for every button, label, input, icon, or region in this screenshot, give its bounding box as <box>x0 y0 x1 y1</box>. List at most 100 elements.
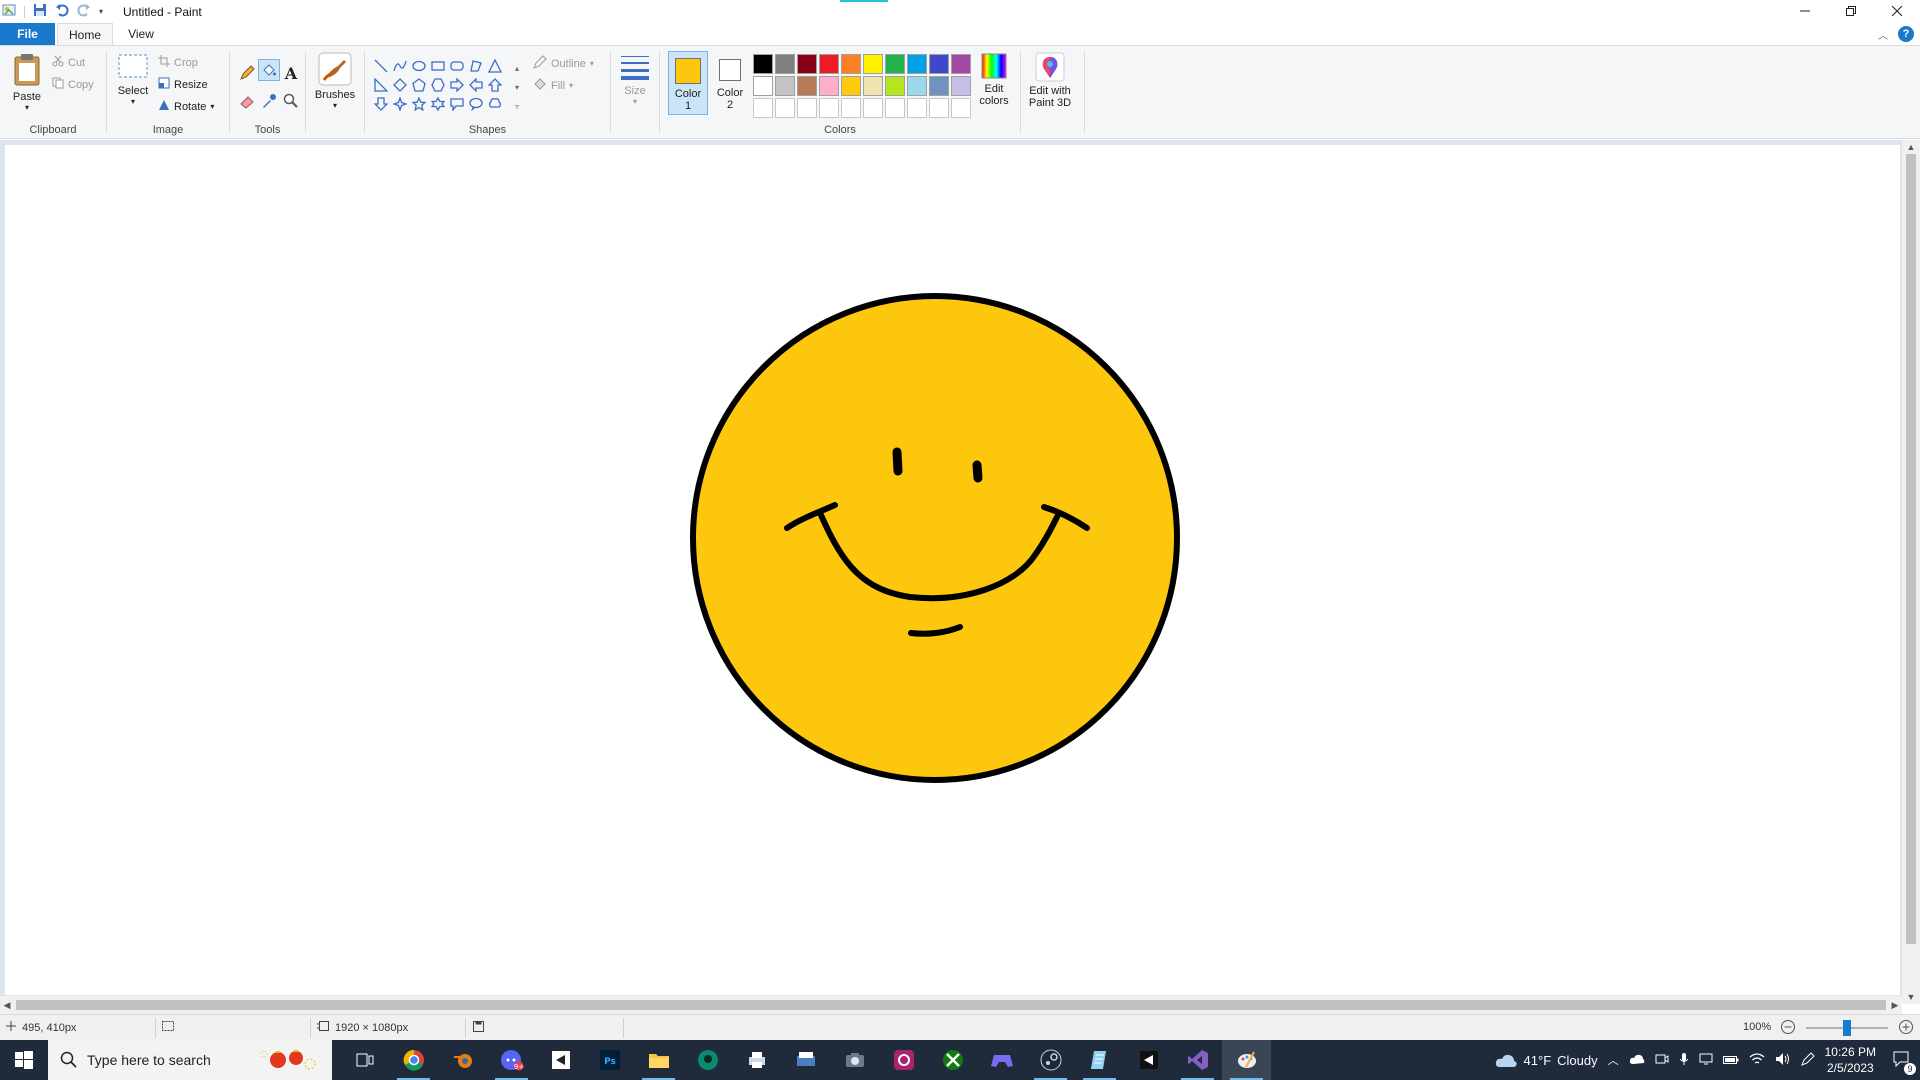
crop-button[interactable]: Crop <box>158 55 198 70</box>
palette-swatch[interactable] <box>775 54 795 74</box>
shapes-expand-icon[interactable]: ▿ <box>515 97 519 116</box>
taskbar-app-xbox[interactable] <box>928 1040 977 1080</box>
drawing-canvas[interactable] <box>5 145 1900 995</box>
paste-button[interactable]: Paste ▾ <box>8 52 46 112</box>
start-button[interactable] <box>0 1040 48 1080</box>
pencil-icon[interactable] <box>236 59 258 87</box>
fill-button[interactable]: Fill ▾ <box>533 77 573 94</box>
palette-swatch-empty[interactable] <box>797 98 817 118</box>
palette-swatch[interactable] <box>819 76 839 96</box>
palette-swatch[interactable] <box>819 54 839 74</box>
help-icon[interactable]: ? <box>1898 26 1914 42</box>
taskbar-app-gitkraken[interactable] <box>683 1040 732 1080</box>
taskbar-app-file-explorer[interactable] <box>634 1040 683 1080</box>
palette-swatch[interactable] <box>907 54 927 74</box>
left-arrow-shape-icon[interactable] <box>466 75 485 94</box>
palette-swatch-empty[interactable] <box>841 98 861 118</box>
taskbar-app-steam[interactable] <box>1026 1040 1075 1080</box>
palette-swatch[interactable] <box>797 54 817 74</box>
shapes-scroll-up-icon[interactable]: ▴ <box>515 59 519 78</box>
taskbar-app-discord[interactable]: 9+ <box>487 1040 536 1080</box>
taskbar-app-photoshop[interactable]: Ps <box>585 1040 634 1080</box>
text-tool-icon[interactable]: A <box>280 59 302 87</box>
palette-swatch-empty[interactable] <box>907 98 927 118</box>
select-button[interactable]: Select ▾ <box>113 52 153 106</box>
pentagon-shape-icon[interactable] <box>409 75 428 94</box>
oval-callout-shape-icon[interactable] <box>466 94 485 113</box>
palette-swatch[interactable] <box>841 54 861 74</box>
palette-swatch[interactable] <box>863 76 883 96</box>
rounded-rectangle-shape-icon[interactable] <box>447 56 466 75</box>
palette-swatch-empty[interactable] <box>819 98 839 118</box>
palette-swatch-empty[interactable] <box>929 98 949 118</box>
scroll-left-icon[interactable]: ◀ <box>0 996 14 1014</box>
show-hidden-icons-icon[interactable]: ︿ <box>1608 1052 1619 1068</box>
taskbar-app-game-controller[interactable] <box>977 1040 1026 1080</box>
volume-icon[interactable] <box>1775 1052 1791 1069</box>
right-triangle-shape-icon[interactable] <box>371 75 390 94</box>
color-picker-icon[interactable] <box>258 87 280 115</box>
oval-shape-icon[interactable] <box>409 56 428 75</box>
resize-button[interactable]: Resize <box>158 77 208 92</box>
size-button[interactable]: Size ▾ <box>615 52 655 106</box>
display-icon[interactable] <box>1699 1052 1713 1069</box>
vertical-scrollbar[interactable]: ▲ ▼ <box>1902 140 1920 1004</box>
undo-icon[interactable] <box>55 3 69 20</box>
lunar-new-year-lanterns-icon[interactable] <box>258 1046 318 1077</box>
color1-button[interactable]: Color 1 <box>668 51 708 115</box>
up-arrow-shape-icon[interactable] <box>485 75 504 94</box>
palette-swatch[interactable] <box>929 76 949 96</box>
curve-shape-icon[interactable] <box>390 56 409 75</box>
triangle-shape-icon[interactable] <box>485 56 504 75</box>
meet-now-icon[interactable] <box>1655 1052 1669 1069</box>
palette-swatch-empty[interactable] <box>775 98 795 118</box>
restore-button[interactable] <box>1828 0 1874 22</box>
palette-swatch-empty[interactable] <box>885 98 905 118</box>
palette-swatch-empty[interactable] <box>951 98 971 118</box>
paste-dropdown-icon[interactable]: ▾ <box>8 103 46 112</box>
palette-swatch[interactable] <box>951 54 971 74</box>
fill-bucket-icon[interactable] <box>258 59 280 81</box>
customize-qat-icon[interactable]: ▾ <box>99 7 103 16</box>
onedrive-icon[interactable] <box>1629 1053 1645 1068</box>
palette-swatch-empty[interactable] <box>753 98 773 118</box>
scroll-up-icon[interactable]: ▲ <box>1902 140 1920 154</box>
zoom-out-button[interactable] <box>1780 1019 1796 1035</box>
palette-swatch[interactable] <box>929 54 949 74</box>
palette-swatch[interactable] <box>753 54 773 74</box>
taskbar-app-notepad[interactable] <box>1075 1040 1124 1080</box>
rotate-button[interactable]: Rotate ▾ <box>158 99 214 114</box>
zoom-slider-thumb[interactable] <box>1843 1020 1851 1036</box>
taskbar-app-scanner[interactable] <box>781 1040 830 1080</box>
right-arrow-shape-icon[interactable] <box>447 75 466 94</box>
action-center-button[interactable]: 9 <box>1892 1050 1916 1075</box>
hexagon-shape-icon[interactable] <box>428 75 447 94</box>
select-dropdown-icon[interactable]: ▾ <box>113 97 153 106</box>
task-view-button[interactable] <box>340 1040 389 1080</box>
taskbar-app-unity-hub[interactable] <box>1124 1040 1173 1080</box>
taskbar-app-paint[interactable] <box>1222 1040 1271 1080</box>
four-point-star-shape-icon[interactable] <box>390 94 409 113</box>
cloud-callout-shape-icon[interactable] <box>485 94 504 113</box>
palette-swatch[interactable] <box>797 76 817 96</box>
six-point-star-shape-icon[interactable] <box>428 94 447 113</box>
palette-swatch[interactable] <box>907 76 927 96</box>
palette-swatch[interactable] <box>863 54 883 74</box>
edit-colors-button[interactable]: Edit colors <box>972 52 1016 107</box>
taskbar-clock[interactable]: 10:26 PM 2/5/2023 <box>1825 1044 1876 1076</box>
scroll-right-icon[interactable]: ▶ <box>1888 996 1902 1014</box>
collapse-ribbon-icon[interactable]: ︿ <box>1878 27 1888 42</box>
close-button[interactable] <box>1874 0 1920 22</box>
palette-swatch[interactable] <box>951 76 971 96</box>
five-point-star-shape-icon[interactable] <box>409 94 428 113</box>
cut-button[interactable]: Cut <box>52 55 85 70</box>
taskbar-search-box[interactable]: Type here to search <box>48 1040 332 1080</box>
palette-swatch[interactable] <box>885 76 905 96</box>
magnifier-icon[interactable] <box>280 87 302 115</box>
horizontal-scroll-thumb[interactable] <box>16 1000 1886 1010</box>
shapes-scroll-down-icon[interactable]: ▾ <box>515 78 519 97</box>
pen-workspace-icon[interactable] <box>1800 1051 1815 1069</box>
diamond-shape-icon[interactable] <box>390 75 409 94</box>
down-arrow-shape-icon[interactable] <box>371 94 390 113</box>
save-icon[interactable] <box>33 3 47 20</box>
